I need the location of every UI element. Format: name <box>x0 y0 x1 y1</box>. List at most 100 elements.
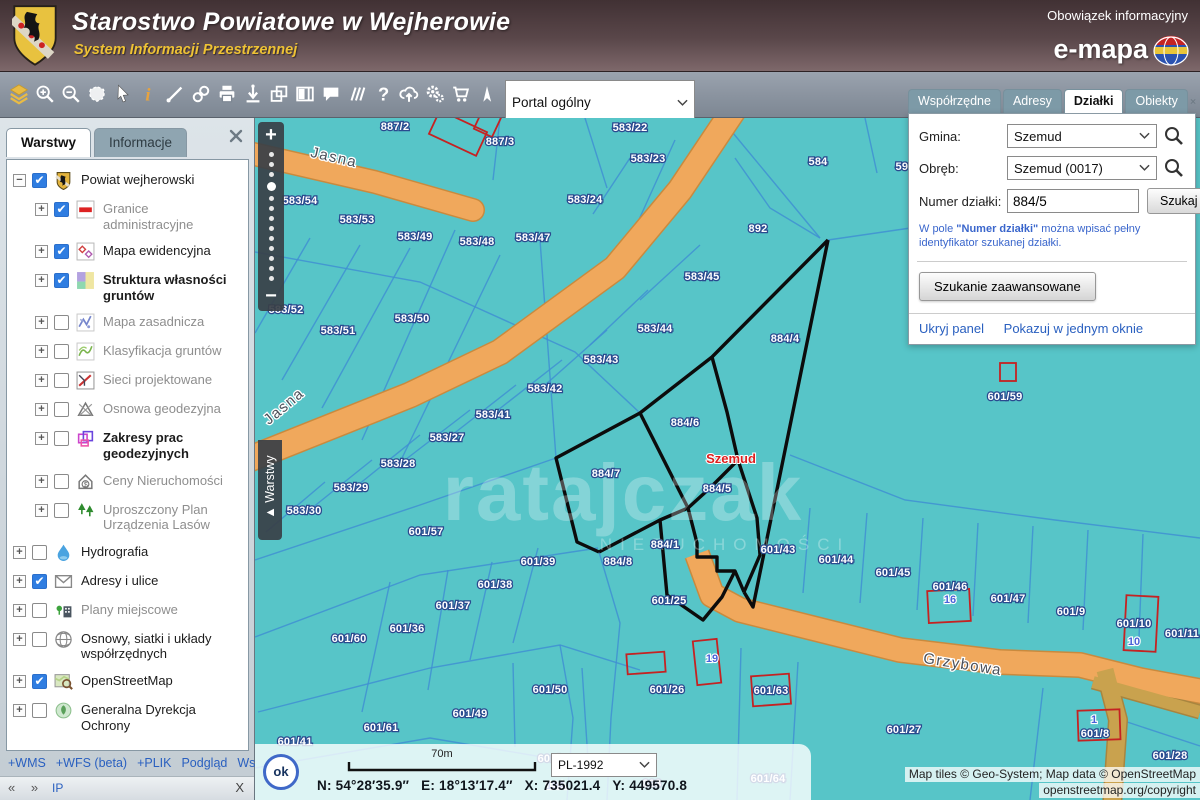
advanced-search-button[interactable]: Szukanie zaawansowane <box>919 272 1096 301</box>
layer-label[interactable]: Granice administracyjne <box>103 200 242 232</box>
zoom-out-icon[interactable] <box>58 77 84 111</box>
layer-checkbox[interactable] <box>32 574 47 589</box>
expand-node-icon[interactable]: + <box>35 245 48 258</box>
settings-gears-icon[interactable] <box>422 77 448 111</box>
zoom-level-dot[interactable] <box>269 256 274 261</box>
layer-checkbox[interactable] <box>32 703 47 718</box>
expand-node-icon[interactable]: + <box>13 604 26 617</box>
tab-informacje[interactable]: Informacje <box>94 128 187 157</box>
layer-checkbox[interactable] <box>32 545 47 560</box>
expand-node-icon[interactable]: + <box>13 675 26 688</box>
zoom-level-dot[interactable] <box>269 266 274 271</box>
footer-link[interactable]: Podgląd <box>181 756 227 770</box>
layers-icon[interactable] <box>6 77 32 111</box>
layer-checkbox[interactable] <box>54 474 69 489</box>
layer-checkbox[interactable] <box>32 173 47 188</box>
measure-slashes-icon[interactable] <box>344 77 370 111</box>
layer-label[interactable]: Generalna Dyrekcja Ochrony <box>81 701 242 733</box>
layer-label[interactable]: Struktura własności gruntów <box>103 271 242 303</box>
split-view-icon[interactable] <box>292 77 318 111</box>
expand-node-icon[interactable]: + <box>35 316 48 329</box>
tab-adresy[interactable]: Adresy <box>1003 89 1062 113</box>
zoom-level-slider[interactable] <box>258 148 284 285</box>
layer-label[interactable]: Osnowy, siatki i układy współrzędnych <box>81 630 242 662</box>
expand-node-icon[interactable]: + <box>35 374 48 387</box>
layer-label[interactable]: Ceny Nieruchomości <box>103 472 223 489</box>
expand-node-icon[interactable]: + <box>35 504 48 517</box>
expand-node-icon[interactable]: + <box>13 633 26 646</box>
layer-label[interactable]: Mapa ewidencyjna <box>103 242 211 259</box>
expand-node-icon[interactable]: + <box>13 546 26 559</box>
zoom-out-button[interactable]: − <box>258 285 284 309</box>
footer-link[interactable]: +WFS (beta) <box>56 756 127 770</box>
link-icon[interactable] <box>188 77 214 111</box>
collapse-arrows[interactable]: « » <box>8 780 44 795</box>
tab-dzialki[interactable]: Działki <box>1064 89 1124 113</box>
layer-checkbox[interactable] <box>32 674 47 689</box>
layer-checkbox[interactable] <box>32 632 47 647</box>
zoom-level-dot[interactable] <box>269 246 274 251</box>
north-arrow-icon[interactable] <box>474 77 500 111</box>
measure-line-icon[interactable] <box>162 77 188 111</box>
zoom-in-button[interactable]: + <box>258 124 284 148</box>
print-icon[interactable] <box>214 77 240 111</box>
zoom-level-dot[interactable] <box>269 162 274 167</box>
layer-label[interactable]: Klasyfikacja gruntów <box>103 342 222 359</box>
szukaj-button[interactable]: Szukaj <box>1147 188 1200 214</box>
layer-label[interactable]: Uproszczony Plan Urządzenia Lasów <box>103 501 242 533</box>
zoom-level-dot[interactable] <box>269 236 274 241</box>
layer-checkbox[interactable] <box>54 315 69 330</box>
footer-link[interactable]: +PLIK <box>137 756 171 770</box>
layer-checkbox[interactable] <box>54 431 69 446</box>
callout-icon[interactable] <box>318 77 344 111</box>
zoom-level-dot[interactable] <box>269 206 274 211</box>
expand-node-icon[interactable]: + <box>35 345 48 358</box>
layer-checkbox[interactable] <box>32 603 47 618</box>
ok-button[interactable]: ok <box>263 754 299 790</box>
expand-node-icon[interactable]: + <box>35 432 48 445</box>
info-icon[interactable]: i <box>136 77 162 111</box>
layer-label[interactable]: Sieci projektowane <box>103 371 212 388</box>
expand-node-icon[interactable]: + <box>13 575 26 588</box>
crs-select[interactable]: PL-1992 <box>551 753 657 777</box>
obreb-select[interactable]: Szemud (0017) <box>1007 156 1157 180</box>
layer-checkbox[interactable] <box>54 344 69 359</box>
attribution-link[interactable]: openstreetmap.org/copyright <box>1039 783 1200 798</box>
zoom-level-dot[interactable] <box>269 172 274 177</box>
sidebar-close-icon[interactable] <box>228 128 244 144</box>
tab-wspolrzedne[interactable]: Współrzędne <box>908 89 1001 113</box>
parcel-number-input[interactable] <box>1007 189 1139 213</box>
layer-checkbox[interactable] <box>54 503 69 518</box>
download-marker-icon[interactable] <box>240 77 266 111</box>
cloud-upload-icon[interactable] <box>396 77 422 111</box>
zoom-in-icon[interactable] <box>32 77 58 111</box>
info-obligation-link[interactable]: Obowiązek informacyjny <box>1047 8 1188 23</box>
expand-node-icon[interactable]: + <box>35 274 48 287</box>
zoom-level-dot[interactable] <box>269 152 274 157</box>
single-window-link[interactable]: Pokazuj w jednym oknie <box>1004 321 1143 336</box>
zoom-level-dot[interactable] <box>269 226 274 231</box>
zoom-level-dot[interactable] <box>269 196 274 201</box>
layer-label[interactable]: Plany miejscowe <box>81 601 178 618</box>
footer-link[interactable]: +WMS <box>8 756 46 770</box>
gmina-select[interactable]: Szemud <box>1007 124 1157 148</box>
layer-label[interactable]: Hydrografia <box>81 543 148 560</box>
layer-label[interactable]: Adresy i ulice <box>81 572 158 589</box>
help-icon[interactable]: ? <box>370 77 396 111</box>
expand-node-icon[interactable]: + <box>35 203 48 216</box>
tab-warstwy[interactable]: Warstwy <box>6 128 91 157</box>
layer-checkbox[interactable] <box>54 202 69 217</box>
panel-close-icon[interactable] <box>1190 94 1196 109</box>
layer-label[interactable]: Mapa zasadnicza <box>103 313 204 330</box>
bottom-close-button[interactable]: X <box>235 780 244 795</box>
layer-label[interactable]: Powiat wejherowski <box>81 171 194 188</box>
select-area-icon[interactable] <box>84 77 110 111</box>
layer-label[interactable]: OpenStreetMap <box>81 672 173 689</box>
search-icon[interactable] <box>1163 125 1185 147</box>
layer-checkbox[interactable] <box>54 273 69 288</box>
layer-checkbox[interactable] <box>54 244 69 259</box>
hide-panel-link[interactable]: Ukryj panel <box>919 321 984 336</box>
layer-label[interactable]: Zakresy prac geodezyjnych <box>103 429 242 461</box>
cursor-icon[interactable] <box>110 77 136 111</box>
cart-icon[interactable] <box>448 77 474 111</box>
